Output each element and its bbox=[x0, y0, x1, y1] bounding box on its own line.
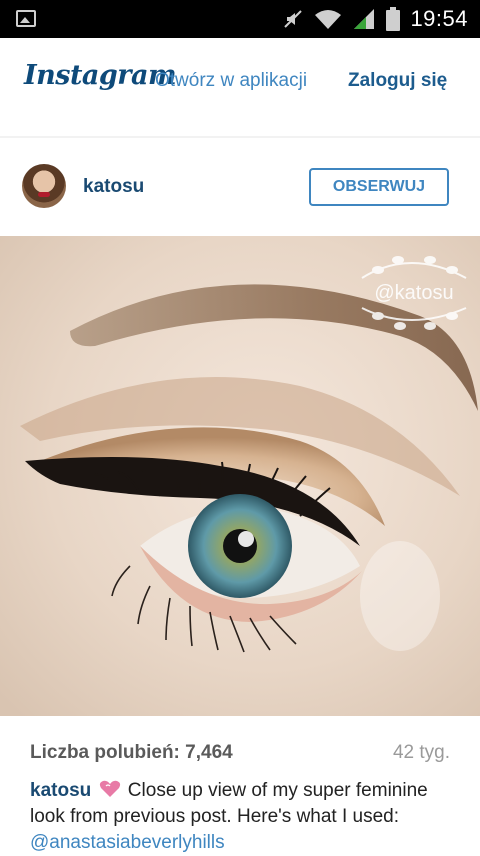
follow-button[interactable]: OBSERWUJ bbox=[309, 168, 449, 206]
web-header: Instagram Otwórz w aplikacji Zaloguj się bbox=[0, 38, 480, 137]
eye-makeup-image: @katosu bbox=[0, 236, 480, 716]
post-username[interactable]: katosu bbox=[83, 176, 144, 198]
post-age[interactable]: 42 tyg. bbox=[393, 742, 450, 764]
caption-mention-link[interactable]: @anastasiabeverlyhills bbox=[30, 832, 225, 853]
system-icons: 19:54 bbox=[282, 6, 468, 32]
login-link[interactable]: Zaloguj się bbox=[348, 70, 447, 92]
post-photo[interactable]: @katosu bbox=[0, 236, 480, 716]
sparkling-heart-icon bbox=[99, 780, 120, 797]
watermark-text: @katosu bbox=[374, 282, 453, 304]
open-in-app-link[interactable]: Otwórz w aplikacji bbox=[155, 70, 307, 92]
likes-count[interactable]: Liczba polubień: 7,464 bbox=[30, 742, 233, 764]
signal-icon bbox=[354, 9, 375, 29]
caption-username[interactable]: katosu bbox=[30, 780, 91, 801]
battery-icon bbox=[386, 7, 401, 31]
clock: 19:54 bbox=[410, 6, 468, 31]
wifi-icon bbox=[315, 10, 342, 29]
status-bar: 19:54 bbox=[0, 0, 480, 38]
post-caption: katosu Close up view of my super feminin… bbox=[30, 778, 450, 856]
gallery-notification-icon bbox=[16, 10, 36, 27]
avatar[interactable] bbox=[22, 164, 66, 208]
post-header: katosu OBSERWUJ bbox=[0, 138, 480, 236]
instagram-logo[interactable]: Instagram bbox=[24, 60, 177, 91]
mute-icon bbox=[284, 10, 303, 28]
